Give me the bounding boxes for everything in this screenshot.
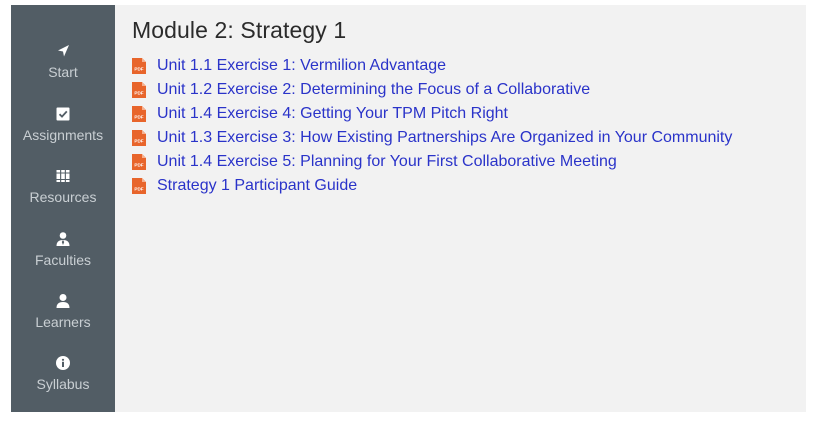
file-link[interactable]: Strategy 1 Participant Guide: [157, 177, 357, 195]
pdf-icon: PDF: [132, 82, 146, 98]
svg-text:PDF: PDF: [134, 67, 143, 72]
presenter-icon: [56, 232, 70, 246]
pdf-icon: PDF: [132, 154, 146, 170]
sidebar-item-assignments[interactable]: Assignments: [11, 106, 115, 143]
list-item: PDF Unit 1.2 Exercise 2: Determining the…: [132, 78, 732, 102]
file-list: PDF Unit 1.1 Exercise 1: Vermilion Advan…: [132, 54, 732, 198]
pdf-icon: PDF: [132, 178, 146, 194]
books-icon: [56, 170, 70, 182]
list-item: PDF Unit 1.3 Exercise 3: How Existing Pa…: [132, 126, 732, 150]
list-item: PDF Unit 1.4 Exercise 4: Getting Your TP…: [132, 102, 732, 126]
page-title: Module 2: Strategy 1: [132, 17, 347, 43]
file-link[interactable]: Unit 1.2 Exercise 2: Determining the Foc…: [157, 81, 590, 99]
pdf-icon: PDF: [132, 58, 146, 74]
sidebar-item-label: Learners: [35, 314, 91, 330]
sidebar-item-start[interactable]: Start: [11, 43, 115, 80]
svg-text:PDF: PDF: [134, 187, 143, 192]
pdf-icon: PDF: [132, 130, 146, 146]
sidebar-item-label: Start: [48, 64, 78, 80]
sidebar-item-label: Faculties: [34, 252, 92, 268]
sidebar: Start Assignments Resources Faculties Le…: [11, 5, 115, 412]
file-link[interactable]: Unit 1.3 Exercise 3: How Existing Partne…: [157, 129, 732, 147]
sidebar-item-label: Syllabus: [36, 376, 90, 392]
info-icon: [56, 356, 70, 370]
checkbox-icon: [56, 107, 70, 121]
svg-text:PDF: PDF: [134, 91, 143, 96]
file-link[interactable]: Unit 1.1 Exercise 1: Vermilion Advantage: [157, 57, 446, 75]
pdf-icon: PDF: [132, 106, 146, 122]
main-content: Module 2: Strategy 1 PDF Unit 1.1 Exerci…: [132, 14, 732, 198]
sidebar-item-resources[interactable]: Resources: [11, 168, 115, 205]
sidebar-item-learners[interactable]: Learners: [11, 293, 115, 330]
sidebar-item-faculties[interactable]: Faculties: [11, 231, 115, 268]
list-item: PDF Unit 1.1 Exercise 1: Vermilion Advan…: [132, 54, 732, 78]
sidebar-item-label: Assignments: [22, 127, 104, 143]
sidebar-item-label: Resources: [29, 189, 97, 205]
file-link[interactable]: Unit 1.4 Exercise 5: Planning for Your F…: [157, 153, 617, 171]
svg-text:PDF: PDF: [134, 163, 143, 168]
list-item: PDF Unit 1.4 Exercise 5: Planning for Yo…: [132, 150, 732, 174]
sidebar-item-syllabus[interactable]: Syllabus: [11, 355, 115, 392]
svg-text:PDF: PDF: [134, 115, 143, 120]
list-item: PDF Strategy 1 Participant Guide: [132, 174, 732, 198]
user-icon: [56, 294, 70, 308]
navigation-arrow-icon: [58, 45, 69, 57]
svg-text:PDF: PDF: [134, 139, 143, 144]
file-link[interactable]: Unit 1.4 Exercise 4: Getting Your TPM Pi…: [157, 105, 508, 123]
